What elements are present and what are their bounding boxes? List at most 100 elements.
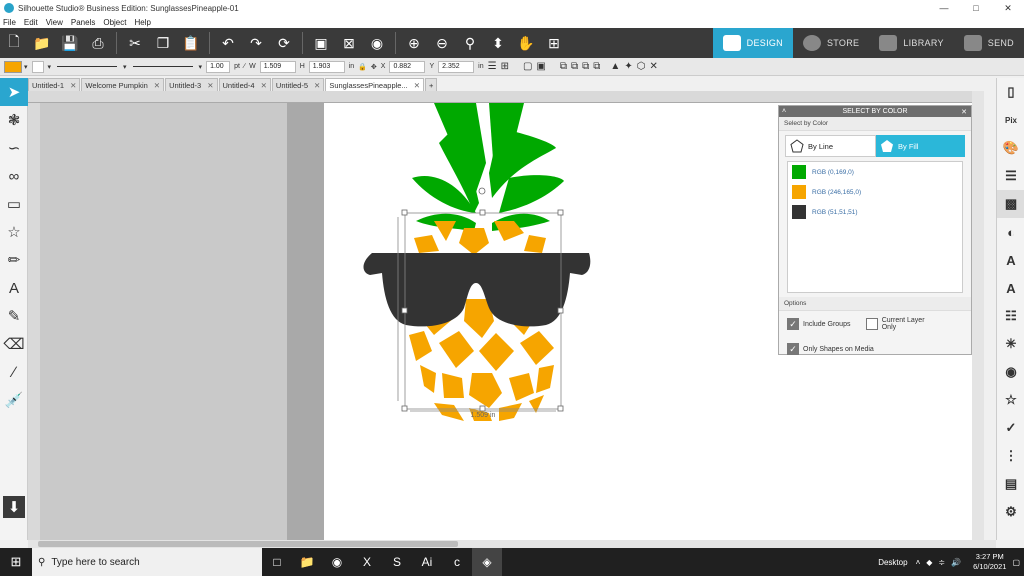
gradient-icon[interactable]: ◐ (997, 218, 1024, 246)
checkbox-unchecked[interactable] (866, 318, 878, 330)
dropdown-arrow-icon[interactable]: ▾ (123, 63, 127, 71)
panel-header[interactable]: ˄ SELECT BY COLOR ✕ (779, 106, 971, 117)
menu-panels[interactable]: Panels (71, 18, 95, 27)
add-icon[interactable]: ⊞ (501, 61, 509, 72)
group-icon[interactable]: ▢ (523, 61, 532, 72)
color-row[interactable]: RGB (51,51,51) (788, 202, 962, 222)
save-icon[interactable]: 💾 (59, 32, 81, 54)
knife-icon[interactable]: ∕ (0, 358, 28, 386)
modify-icon[interactable]: ◉ (997, 358, 1024, 386)
text-icon[interactable]: A (0, 274, 28, 302)
3d-box-icon[interactable]: ⬡ (637, 61, 646, 72)
line-join-preview[interactable] (132, 66, 193, 67)
line-color-swatch[interactable] (31, 60, 44, 73)
undo-icon[interactable]: ↶ (217, 32, 239, 54)
doc-tab[interactable]: Welcome Pumpkin ✕ (81, 78, 165, 91)
pixscan-icon[interactable]: Pix (997, 106, 1024, 134)
desktop-label[interactable]: Desktop (878, 558, 907, 567)
arrange-front-icon[interactable]: ⧉ (560, 61, 567, 72)
maximize-icon[interactable]: □ (960, 0, 992, 16)
silhouette-icon[interactable]: S (382, 548, 412, 576)
height-field[interactable]: 1.903 (308, 60, 345, 73)
menu-help[interactable]: Help (134, 18, 150, 27)
align-panel-icon[interactable]: ☷ (997, 302, 1024, 330)
checkbox-checked[interactable]: ✓ (787, 318, 799, 330)
arrange-forward-icon[interactable]: ⧉ (571, 61, 578, 72)
pan-hand-icon[interactable]: ✋ (515, 32, 537, 54)
panel-close-icon[interactable]: ✕ (961, 108, 967, 116)
deselect-icon[interactable]: ⊠ (338, 32, 360, 54)
dropbox-icon[interactable]: ◆ (926, 558, 932, 567)
by-fill-button[interactable]: By Fill (876, 135, 965, 157)
include-groups-option[interactable]: ✓ Include Groups (787, 317, 850, 331)
line-style-icon[interactable]: ☰ (997, 162, 1024, 190)
move-icon[interactable]: ⬍ (487, 32, 509, 54)
chrome-icon[interactable]: ◉ (322, 548, 352, 576)
zoom-in-icon[interactable]: ⊕ (403, 32, 425, 54)
ungroup-icon[interactable]: ▣ (536, 61, 545, 72)
workspace-area[interactable] (40, 103, 324, 540)
tab-library[interactable]: LIBRARY (869, 28, 953, 58)
line-style-preview[interactable] (57, 66, 118, 67)
minimize-icon[interactable]: — (928, 0, 960, 16)
eraser-icon[interactable]: ⌫ (0, 330, 28, 358)
doc-tab[interactable]: Untitled-3 ✕ (165, 78, 218, 91)
trace-icon[interactable]: ✓ (997, 414, 1024, 442)
notification-icon[interactable]: ▢ (1012, 558, 1020, 567)
palette-icon[interactable]: 🎨 (997, 134, 1024, 162)
close-tab-icon[interactable]: ✕ (261, 81, 267, 90)
width-field[interactable]: 1.509 (259, 60, 296, 73)
font-icon[interactable]: A (997, 274, 1024, 302)
close-tab-icon[interactable]: ✕ (207, 81, 213, 90)
cut-icon[interactable]: ✂ (124, 32, 146, 54)
menu-view[interactable]: View (46, 18, 63, 27)
text-style-icon[interactable]: A (997, 246, 1024, 274)
copy-icon[interactable]: ❐ (152, 32, 174, 54)
checkbox-checked[interactable]: ✓ (787, 343, 799, 355)
select-arrow-icon[interactable]: ➤ (0, 78, 28, 106)
cricut-icon[interactable]: c (442, 548, 472, 576)
download-icon[interactable]: ⬇ (3, 496, 25, 518)
transform-icon[interactable]: ✳ (997, 330, 1024, 358)
layers-icon[interactable]: ▤ (997, 470, 1024, 498)
open-folder-icon[interactable]: 📁 (31, 32, 53, 54)
refresh-icon[interactable]: ⟳ (273, 32, 295, 54)
fill-pattern-icon[interactable]: ▩ (997, 190, 1024, 218)
excel-icon[interactable]: X (352, 548, 382, 576)
close-x-icon[interactable]: ✕ (649, 61, 657, 72)
line-width-field[interactable]: 1.00 (206, 60, 231, 73)
eyedropper-icon[interactable]: 💉 (0, 386, 28, 414)
volume-icon[interactable]: 🔊 (951, 558, 961, 567)
doc-tab[interactable]: Untitled-4 ✕ (218, 78, 271, 91)
dots-icon[interactable]: ⋮ (997, 442, 1024, 470)
horizontal-scrollbar[interactable] (28, 540, 996, 548)
new-document-icon[interactable]: 🗋 (3, 32, 25, 54)
tab-store[interactable]: STORE (793, 28, 869, 58)
arrange-back-icon[interactable]: ⧉ (593, 61, 600, 72)
clock[interactable]: 3:27 PM 6/10/2021 (973, 552, 1006, 572)
doc-tab[interactable]: Untitled-5 ✕ (271, 78, 325, 91)
edit-points-icon[interactable]: ◉ (366, 32, 388, 54)
task-view-icon[interactable]: □ (262, 548, 292, 576)
only-shapes-option[interactable]: ✓ Only Shapes on Media (787, 343, 963, 355)
tray-up-arrow-icon[interactable]: ˄ (916, 558, 921, 567)
vertical-scrollbar[interactable] (972, 91, 984, 540)
offset-star-icon[interactable]: ☆ (997, 386, 1024, 414)
select-all-icon[interactable]: ▣ (310, 32, 332, 54)
page-setup-icon[interactable]: ▯ (997, 78, 1024, 106)
notepad-icon[interactable]: ✎ (0, 302, 28, 330)
gear-icon[interactable]: ⚙ (997, 498, 1024, 526)
star-shape-icon[interactable]: ☆ (0, 218, 28, 246)
x-field[interactable]: 0.882 (389, 60, 426, 73)
dropdown-arrow-icon[interactable]: ▾ (199, 63, 203, 71)
star-effect-icon[interactable]: ✦ (624, 61, 632, 72)
point-edit-icon[interactable]: ❃ (0, 106, 28, 134)
y-field[interactable]: 2.352 (438, 60, 475, 73)
menu-edit[interactable]: Edit (24, 18, 38, 27)
doc-tab-active[interactable]: SunglassesPineapple... ✕ (325, 78, 424, 91)
illustrator-icon[interactable]: Ai (412, 548, 442, 576)
arrange-backward-icon[interactable]: ⧉ (582, 61, 589, 72)
lock-icon[interactable]: 🔒 (358, 63, 367, 71)
current-layer-option[interactable]: Current Layer Only (866, 317, 936, 331)
dropdown-arrow-icon[interactable]: ▾ (24, 63, 28, 71)
